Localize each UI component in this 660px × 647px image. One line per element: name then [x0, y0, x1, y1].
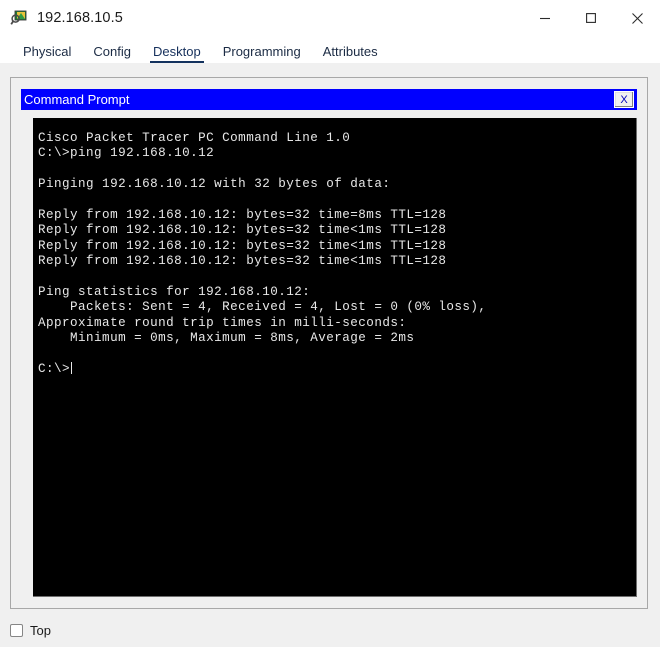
window-controls: [522, 0, 660, 36]
close-icon[interactable]: [614, 0, 660, 36]
command-prompt-close-button[interactable]: X: [614, 91, 634, 108]
tab-programming[interactable]: Programming: [212, 44, 312, 63]
tab-config[interactable]: Config: [82, 44, 142, 63]
top-checkbox[interactable]: [10, 624, 23, 637]
packet-tracer-icon: [10, 9, 28, 27]
terminal-line: Pinging 192.168.10.12 with 32 bytes of d…: [38, 177, 391, 192]
tab-strip: Physical Config Desktop Programming Attr…: [0, 36, 660, 63]
minimize-icon[interactable]: [522, 0, 568, 36]
terminal-line: Cisco Packet Tracer PC Command Line 1.0: [38, 131, 351, 145]
window-titlebar: 192.168.10.5: [0, 0, 660, 36]
terminal-line: Reply from 192.168.10.12: bytes=32 time<…: [38, 223, 447, 238]
terminal-line: Approximate round trip times in milli-se…: [38, 315, 407, 330]
terminal-line: C:\>ping 192.168.10.12: [38, 146, 215, 161]
tab-physical[interactable]: Physical: [12, 44, 82, 63]
top-checkbox-label: Top: [30, 623, 51, 638]
terminal-prompt: C:\>: [38, 361, 71, 376]
footer-bar: Top: [0, 614, 660, 647]
terminal-line: Minimum = 0ms, Maximum = 8ms, Average = …: [38, 331, 415, 346]
desktop-panel: Command Prompt X Cisco Packet Tracer PC …: [10, 77, 648, 609]
tab-attributes[interactable]: Attributes: [312, 44, 389, 63]
command-prompt-titlebar: Command Prompt X: [21, 89, 637, 110]
terminal-line: Reply from 192.168.10.12: bytes=32 time<…: [38, 254, 447, 269]
maximize-icon[interactable]: [568, 0, 614, 36]
terminal-line: Reply from 192.168.10.12: bytes=32 time<…: [38, 238, 447, 253]
terminal-line: Packets: Sent = 4, Received = 4, Lost = …: [38, 300, 487, 315]
terminal-line: Reply from 192.168.10.12: bytes=32 time=…: [38, 207, 447, 222]
terminal-output[interactable]: Cisco Packet Tracer PC Command Line 1.0 …: [33, 118, 637, 597]
terminal-lines: Cisco Packet Tracer PC Command Line 1.0 …: [33, 118, 636, 377]
command-prompt-window: Command Prompt X Cisco Packet Tracer PC …: [21, 89, 637, 597]
window-title: 192.168.10.5: [37, 10, 123, 26]
text-cursor: [71, 361, 73, 374]
desktop-content-area: Command Prompt X Cisco Packet Tracer PC …: [0, 69, 660, 614]
terminal-line: Ping statistics for 192.168.10.12:: [38, 284, 311, 299]
command-prompt-title: Command Prompt: [24, 92, 130, 107]
tab-desktop[interactable]: Desktop: [142, 44, 212, 63]
terminal-prompt-line: C:\>: [38, 361, 636, 377]
